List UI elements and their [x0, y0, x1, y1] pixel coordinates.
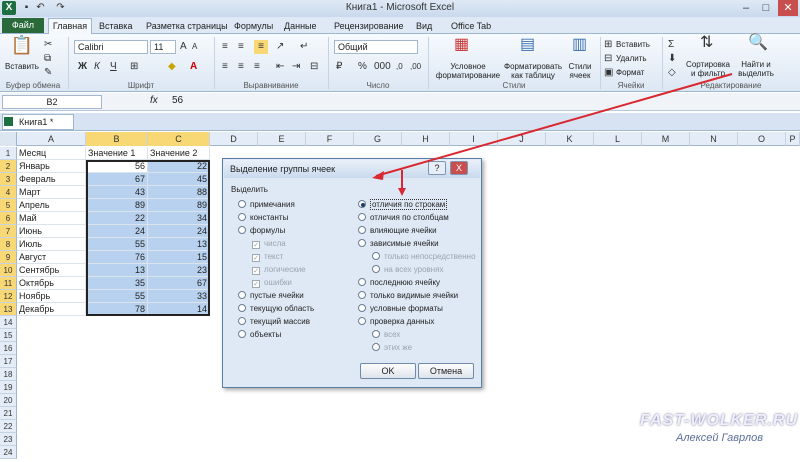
arrowhead	[372, 171, 384, 180]
author-text: Алексей Гаврлов	[676, 432, 763, 444]
arrow-to-dialog	[375, 73, 733, 177]
arrowhead	[398, 188, 406, 196]
annotation-arrows	[372, 73, 733, 196]
watermark-text: FAST-WOLKER.RU	[640, 412, 798, 429]
